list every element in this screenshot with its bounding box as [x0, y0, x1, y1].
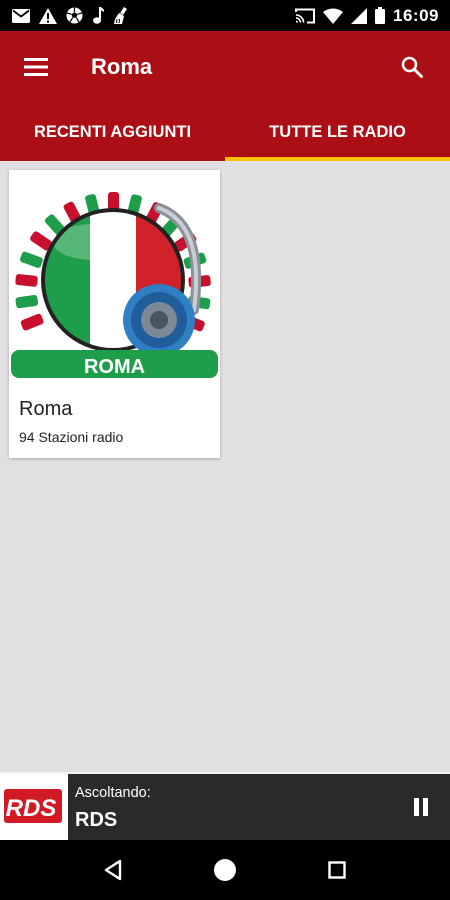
- page-title: Roma: [91, 54, 153, 79]
- tab-recenti-aggiunti[interactable]: RECENTI AGGIUNTI: [0, 103, 225, 161]
- pause-button[interactable]: [408, 794, 434, 820]
- soccer-ball-icon: [66, 7, 83, 24]
- now-playing-label: Ascoltando:: [75, 785, 151, 801]
- back-icon: [104, 859, 122, 881]
- city-card[interactable]: ROMA Roma 94 Stazioni radio: [9, 170, 220, 458]
- station-logo: RDS: [0, 774, 68, 840]
- back-button[interactable]: [93, 850, 133, 890]
- now-playing-station: RDS: [75, 809, 118, 831]
- search-button[interactable]: [392, 47, 432, 87]
- warning-icon: [39, 7, 57, 24]
- menu-button[interactable]: [16, 47, 56, 87]
- search-icon: [401, 56, 423, 78]
- wifi-icon: [323, 8, 344, 24]
- signal-icon: [351, 7, 368, 24]
- mail-icon: [12, 8, 30, 23]
- pause-icon: [414, 798, 428, 816]
- home-icon: [214, 859, 236, 881]
- cast-icon: [295, 8, 316, 24]
- roma-logo-image: ROMA: [9, 170, 220, 386]
- menu-icon: [24, 58, 48, 76]
- app-bar: Roma: [0, 31, 450, 103]
- roma-banner-text: ROMA: [84, 356, 145, 378]
- system-nav-bar: [0, 840, 450, 900]
- tab-bar: RECENTI AGGIUNTI TUTTE LE RADIO: [0, 103, 450, 161]
- tab-tutte-le-radio[interactable]: TUTTE LE RADIO: [225, 103, 450, 161]
- status-bar: 16:09: [0, 0, 450, 31]
- music-note-icon: [92, 7, 104, 24]
- station-logo-text: RDS: [6, 795, 57, 822]
- now-playing-bar[interactable]: RDS Ascoltando: RDS: [0, 772, 450, 840]
- recents-icon: [328, 861, 346, 879]
- cleaner-icon: [113, 7, 130, 24]
- battery-icon: [375, 7, 386, 24]
- card-subtitle: 94 Stazioni radio: [19, 429, 124, 445]
- status-time: 16:09: [393, 5, 439, 25]
- recents-button[interactable]: [317, 850, 357, 890]
- card-title: Roma: [19, 398, 73, 420]
- home-button[interactable]: [205, 850, 245, 890]
